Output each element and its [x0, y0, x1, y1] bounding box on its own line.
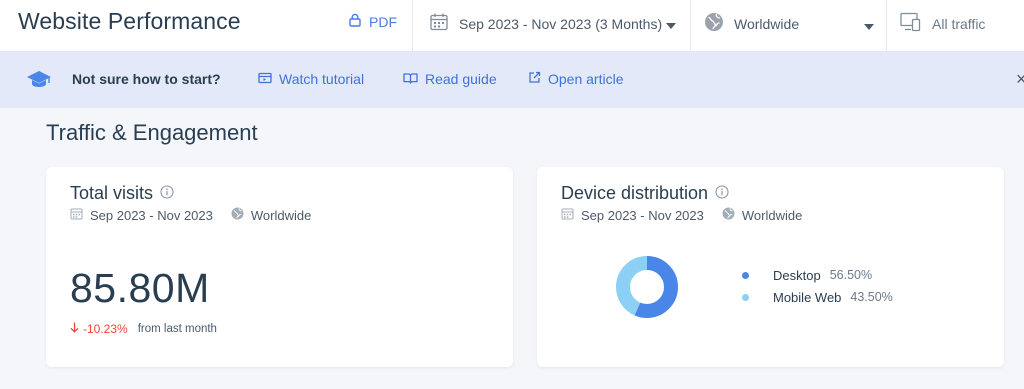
chevron-down-icon [666, 16, 677, 32]
device-country: Worldwide [741, 207, 803, 223]
legend-item-desktop: Desktop 56.50% [742, 264, 893, 286]
legend-item-mobile-web: Mobile Web 43.50% [742, 286, 893, 308]
change-label: from last month [137, 323, 217, 335]
header-divider [412, 0, 413, 52]
total-visits-title: Total visits [70, 183, 154, 203]
video-icon [258, 71, 272, 87]
page-title: Website Performance [18, 8, 241, 34]
calendar-icon [429, 12, 449, 35]
open-article-label: Open article [548, 71, 624, 87]
pdf-button[interactable]: PDF [349, 13, 397, 30]
banner-prompt: Not sure how to start? [72, 71, 221, 87]
device-legend: Desktop 56.50% Mobile Web 43.50% [742, 264, 893, 308]
read-guide-label: Read guide [425, 71, 497, 87]
legend-dot [742, 293, 749, 301]
total-visits-change: -10.23% from last month [70, 322, 217, 336]
open-article-link[interactable]: Open article [528, 71, 623, 87]
device-distribution-header: Device distribution [561, 183, 729, 204]
legend-value: 56.50% [829, 268, 873, 282]
pdf-label: PDF [369, 13, 397, 30]
legend-label: Desktop [773, 267, 821, 283]
device-distribution-title: Device distribution [561, 183, 709, 203]
header-divider [690, 0, 691, 52]
date-range-dropdown[interactable]: Sep 2023 - Nov 2023 (3 Months) [429, 12, 677, 35]
change-value: -10.23% [83, 322, 128, 336]
globe-icon [704, 12, 724, 35]
section-title: Traffic & Engagement [46, 120, 258, 145]
devices-icon [900, 12, 922, 35]
close-icon[interactable]: × [1016, 69, 1024, 90]
device-distribution-card: Device distribution Sep 2023 - Nov 2023 … [537, 167, 1004, 367]
book-icon [403, 71, 418, 87]
device-donut-chart [616, 256, 678, 318]
total-visits-date: Sep 2023 - Nov 2023 [90, 207, 213, 223]
country-label: Worldwide [734, 15, 800, 32]
globe-icon [231, 207, 244, 223]
total-visits-country: Worldwide [250, 207, 312, 223]
country-dropdown[interactable]: Worldwide [704, 12, 874, 35]
top-header: Website Performance PDF Sep 2023 - Nov 2… [0, 0, 1024, 52]
traffic-type-dropdown[interactable]: All traffic [900, 12, 985, 35]
graduation-cap-icon [26, 69, 52, 94]
total-visits-header: Total visits [70, 183, 174, 204]
lock-icon [349, 13, 361, 30]
calendar-icon [70, 207, 83, 223]
watch-tutorial-link[interactable]: Watch tutorial [258, 71, 364, 87]
globe-icon [722, 207, 735, 223]
external-link-icon [528, 71, 541, 87]
arrow-down-icon [70, 322, 79, 336]
info-icon[interactable] [715, 183, 729, 204]
header-divider [886, 0, 887, 52]
read-guide-link[interactable]: Read guide [403, 71, 497, 87]
onboarding-banner: Not sure how to start? Watch tutorial Re… [0, 52, 1024, 108]
date-range-label: Sep 2023 - Nov 2023 (3 Months) [459, 15, 663, 32]
total-visits-meta: Sep 2023 - Nov 2023 Worldwide [70, 207, 311, 223]
total-visits-value: 85.80M [70, 265, 210, 311]
total-visits-card: Total visits Sep 2023 - Nov 2023 Worldwi… [46, 167, 513, 367]
legend-label: Mobile Web [773, 289, 842, 305]
chevron-down-icon [864, 17, 874, 33]
device-date: Sep 2023 - Nov 2023 [581, 207, 704, 223]
info-icon[interactable] [160, 183, 174, 204]
legend-value: 43.50% [850, 290, 893, 304]
legend-dot [742, 271, 749, 279]
device-distribution-meta: Sep 2023 - Nov 2023 Worldwide [561, 207, 802, 223]
watch-tutorial-label: Watch tutorial [279, 71, 365, 87]
traffic-type-label: All traffic [932, 15, 986, 32]
calendar-icon [561, 207, 574, 223]
